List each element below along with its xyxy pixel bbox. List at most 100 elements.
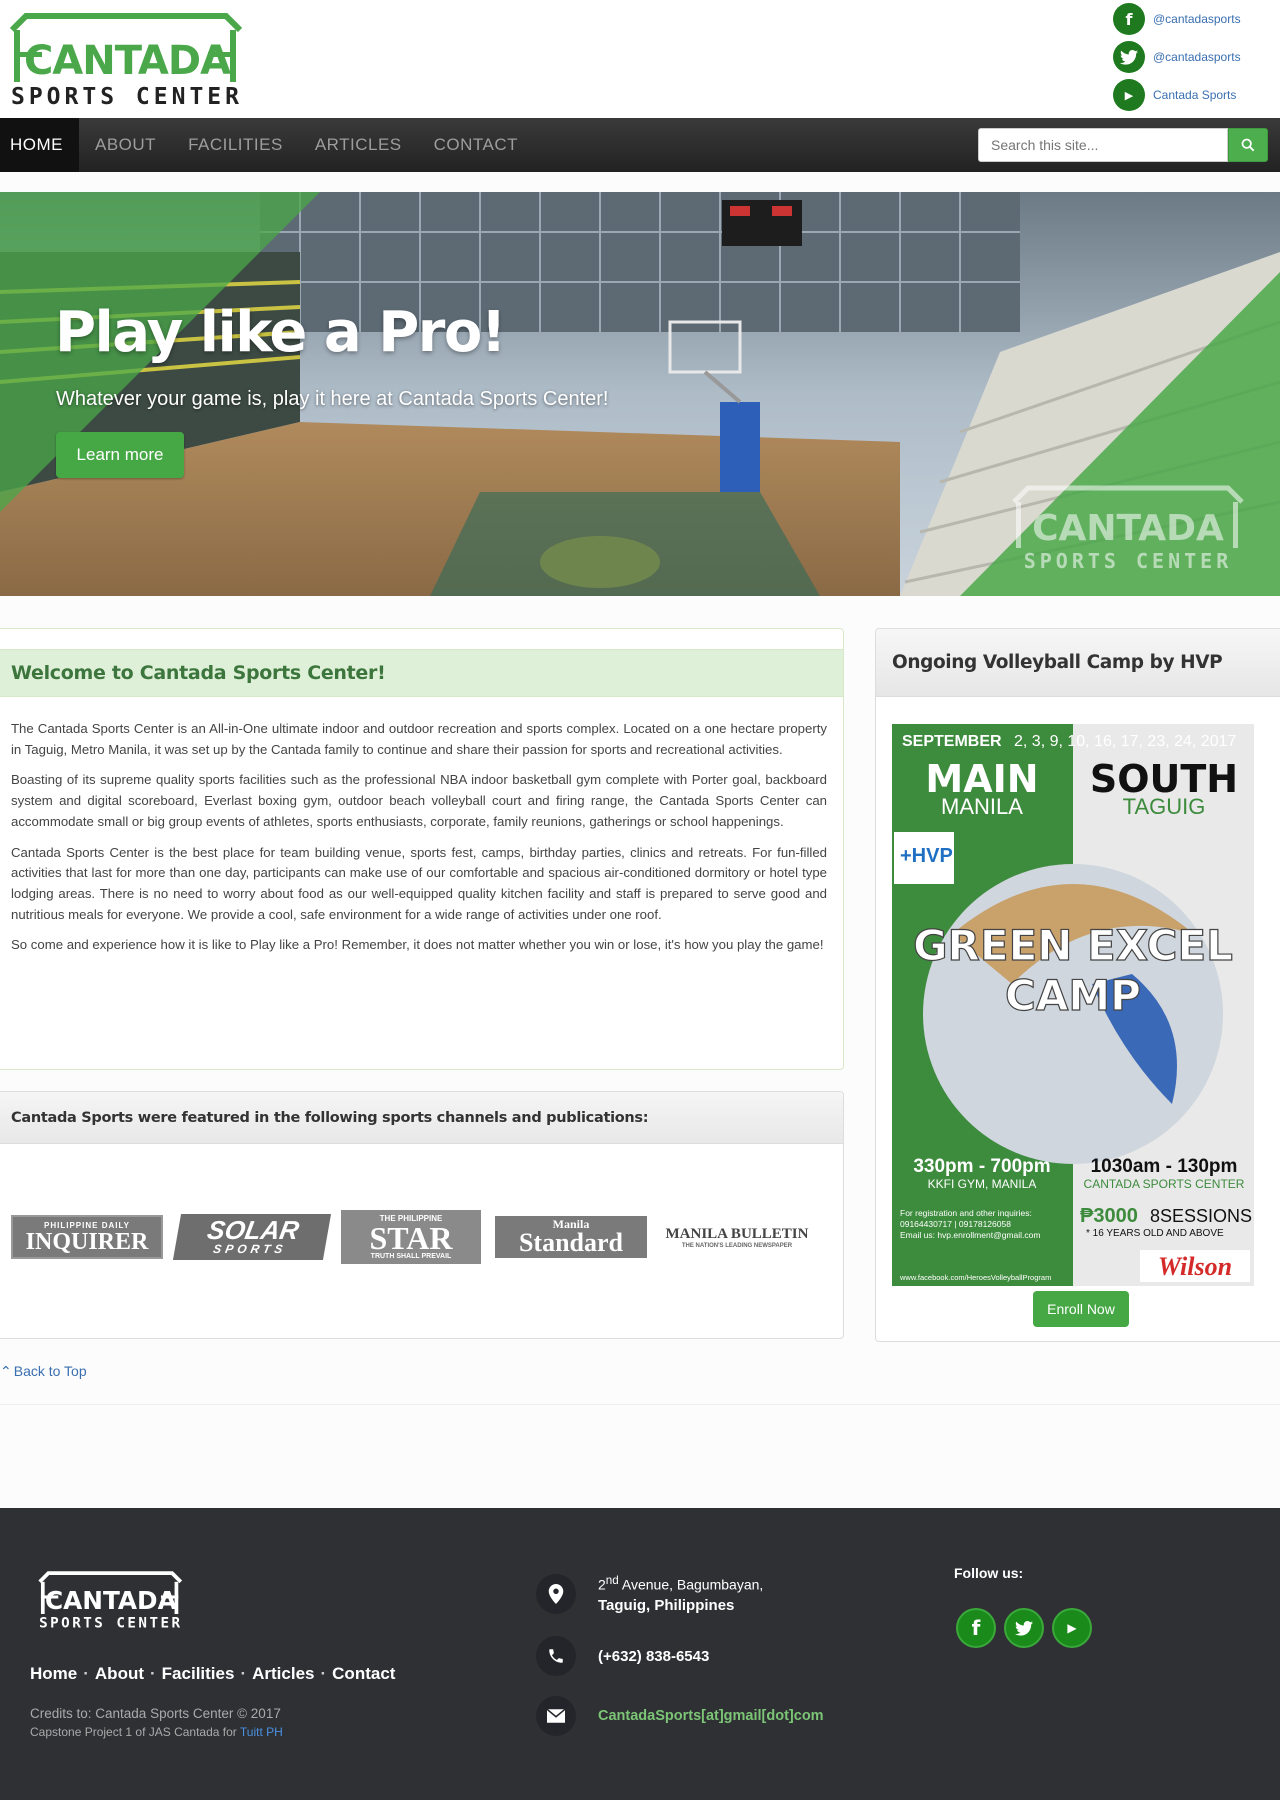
camp-heading-bar: Ongoing Volleyball Camp by HVP (876, 629, 1280, 697)
caret-up-icon: ⌃ (0, 1363, 12, 1379)
footer-email: CantadaSports[at]gmail[dot]com (536, 1696, 824, 1736)
footer-nav-facilities[interactable]: Facilities (162, 1664, 235, 1684)
address-line-1-street: Avenue, Bagumbayan, (618, 1576, 764, 1593)
address-line-1-number: 2 (598, 1576, 606, 1593)
poster-headline-2: CAMP (1005, 971, 1141, 1020)
hero-subtitle: Whatever your game is, play it here at C… (56, 388, 609, 410)
social-twitter-link[interactable]: @cantadasports (1113, 38, 1258, 76)
hero-watermark-logo: CANTADA SPORTS CENTER (1008, 484, 1244, 579)
footer-logo[interactable]: CANTADA SPORTS CENTER (36, 1570, 183, 1637)
poster-sessions: 8SESSIONS (1150, 1206, 1252, 1226)
bulletin-logo-name: MANILA BULLETIN (665, 1225, 809, 1242)
welcome-paragraph: Boasting of its supreme quality sports f… (11, 772, 827, 829)
footer-capstone-note: Capstone Project 1 of JAS Cantada for Tu… (30, 1725, 283, 1739)
site-header: CANTADA SPORTS CENTER f @cantadasports @… (0, 0, 1280, 120)
poster-wilson-logo: Wilson (1158, 1252, 1232, 1281)
social-facebook-label[interactable]: @cantadasports (1153, 12, 1241, 26)
social-twitter-label[interactable]: @cantadasports (1153, 50, 1241, 64)
poster-right-time: 1030am - 130pm (1091, 1156, 1238, 1177)
welcome-title: Welcome to Cantada Sports Center! (11, 662, 386, 684)
facebook-icon[interactable]: f (1113, 3, 1145, 35)
poster-url: www.facebook.com/HeroesVolleyballProgram (899, 1273, 1051, 1282)
poster-left-city: MANILA (941, 794, 1023, 819)
featured-panel: Cantada Sports were featured in the foll… (0, 1091, 844, 1339)
tuitt-link[interactable]: Tuitt PH (240, 1725, 283, 1739)
phone-number[interactable]: (+632) 838-6543 (598, 1648, 709, 1665)
address-line-1: 2nd Avenue, Bagumbayan, (598, 1574, 763, 1593)
main-navbar: HOME ABOUT FACILITIES ARTICLES CONTACT (0, 118, 1280, 172)
footer-nav-articles[interactable]: Articles (252, 1664, 314, 1684)
footer-address: 2nd Avenue, Bagumbayan, Taguig, Philippi… (536, 1574, 763, 1614)
footer-nav-about[interactable]: About (95, 1664, 144, 1684)
welcome-body: The Cantada Sports Center is an All-in-O… (0, 697, 843, 956)
nav-facilities[interactable]: FACILITIES (172, 118, 299, 172)
poster-right-city: TAGUIG (1123, 794, 1206, 819)
back-to-top-label[interactable]: Back to Top (14, 1363, 87, 1379)
footer-credits: Credits to: Cantada Sports Center © 2017 (30, 1706, 281, 1721)
page: CANTADA SPORTS CENTER f @cantadasports @… (0, 0, 1280, 1800)
logo-name-top: CANTADA (24, 38, 231, 84)
footer-nav-separator: · (320, 1664, 327, 1683)
featured-heading-bar: Cantada Sports were featured in the foll… (0, 1092, 843, 1144)
search-input[interactable] (978, 128, 1228, 162)
manila-bulletin-logo: MANILA BULLETIN THE NATION'S LEADING NEW… (661, 1216, 813, 1258)
enroll-now-button[interactable]: Enroll Now (1033, 1291, 1129, 1327)
email-address[interactable]: CantadaSports[at]gmail[dot]com (598, 1708, 824, 1724)
hero-banner: Play like a Pro! Whatever your game is, … (0, 192, 1280, 596)
poster-left-place: KKFI GYM, MANILA (928, 1177, 1037, 1191)
footer-nav-contact[interactable]: Contact (332, 1664, 395, 1684)
publication-logos: PHILIPPINE DAILY INQUIRER SOLAR SPORTS T… (11, 1210, 813, 1264)
address-line-1-suffix: nd (605, 1574, 619, 1588)
search-button[interactable] (1228, 128, 1268, 162)
poster-right-place: CANTADA SPORTS CENTER (1084, 1177, 1245, 1191)
footer-twitter-icon[interactable] (1004, 1608, 1044, 1648)
footer-social-links: f ▶ (956, 1608, 1092, 1648)
nav-contact[interactable]: CONTACT (418, 118, 534, 172)
welcome-panel: Welcome to Cantada Sports Center! The Ca… (0, 628, 844, 1070)
camp-poster[interactable]: SEPTEMBER 2, 3, 9, 10, 16, 17, 23, 24, 2… (892, 724, 1254, 1286)
watermark-name-top: CANTADA (1032, 508, 1224, 549)
site-search (978, 128, 1268, 162)
footer-facebook-icon[interactable]: f (956, 1608, 996, 1648)
social-youtube-label[interactable]: Cantada Sports (1153, 88, 1236, 102)
star-logo-tag: TRUTH SHALL PREVAIL (370, 1253, 452, 1260)
nav-about[interactable]: ABOUT (79, 118, 172, 172)
camp-title: Ongoing Volleyball Camp by HVP (892, 652, 1223, 673)
poster-month: SEPTEMBER (902, 733, 1002, 750)
social-links-top: f @cantadasports @cantadasports ▶ Cantad… (1113, 0, 1258, 114)
footer-nav-separator: · (150, 1664, 156, 1683)
welcome-paragraph: The Cantada Sports Center is an All-in-O… (11, 721, 827, 757)
footer-nav-home[interactable]: Home (30, 1664, 77, 1684)
poster-info-2: 09164430717 | 09178126058 (900, 1219, 1011, 1229)
youtube-icon[interactable]: ▶ (1113, 79, 1145, 111)
logo-name-bottom: SPORTS CENTER (11, 84, 242, 110)
poster-info-3: Email us: hvp.enrollment@gmail.com (900, 1230, 1040, 1240)
learn-more-button[interactable]: Learn more (56, 432, 184, 478)
twitter-icon[interactable] (1113, 41, 1145, 73)
welcome-heading-bar: Welcome to Cantada Sports Center! (0, 649, 843, 697)
bulletin-logo-tag: THE NATION'S LEADING NEWSPAPER (681, 1242, 793, 1249)
back-to-top-link[interactable]: ⌃ Back to Top (0, 1363, 87, 1380)
map-marker-icon (536, 1574, 576, 1614)
footer-nav-separator: · (83, 1664, 89, 1683)
poster-info-1: For registration and other inquiries: (900, 1208, 1032, 1218)
inquirer-logo: PHILIPPINE DAILY INQUIRER (11, 1215, 163, 1259)
solar-sports-logo: SOLAR SPORTS (172, 1214, 332, 1260)
address-line-2: Taguig, Philippines (598, 1596, 735, 1614)
footer-nav: Home · About · Facilities · Articles · Conta… (30, 1664, 395, 1684)
site-footer: CANTADA SPORTS CENTER Home · About · Facil… (0, 1508, 1280, 1800)
nav-home[interactable]: HOME (0, 118, 79, 172)
manila-standard-logo: Manila Standard (495, 1216, 647, 1258)
site-logo[interactable]: CANTADA SPORTS CENTER (6, 12, 242, 110)
social-facebook-link[interactable]: f @cantadasports (1113, 0, 1258, 38)
footer-youtube-icon[interactable]: ▶ (1052, 1608, 1092, 1648)
welcome-paragraph: Cantada Sports Center is the best place … (11, 844, 827, 922)
poster-headline-1: GREEN EXCEL (913, 921, 1233, 970)
poster-dates: 2, 3, 9, 10, 16, 17, 23, 24, 2017 (1014, 733, 1237, 750)
nav-articles[interactable]: ARTICLES (299, 118, 418, 172)
social-youtube-link[interactable]: ▶ Cantada Sports (1113, 76, 1258, 114)
star-logo-name: STAR (369, 1220, 453, 1256)
solar-sports-logo-name: SOLAR (205, 1215, 302, 1245)
search-icon (1241, 138, 1255, 152)
follow-us-label: Follow us: (954, 1565, 1024, 1581)
